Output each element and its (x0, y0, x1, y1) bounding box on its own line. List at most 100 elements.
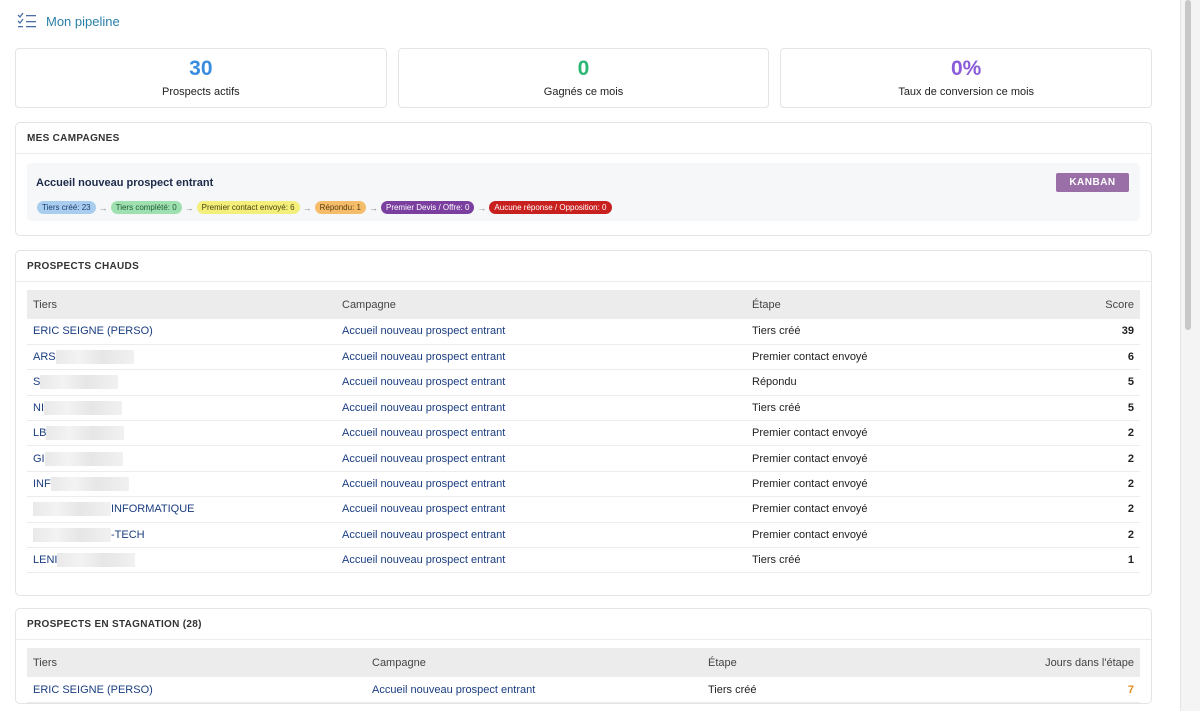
tiers-link[interactable]: -TECH (111, 529, 145, 541)
campaign-link[interactable]: Accueil nouveau prospect entrant (342, 351, 505, 363)
col-campagne[interactable]: Campagne (336, 290, 746, 319)
table-row[interactable]: LENI Accueil nouveau prospect entrant Tier… (27, 547, 1140, 574)
stat-label: Prospects actifs (162, 86, 240, 98)
stat-label: Gagnés ce mois (543, 86, 624, 98)
campaign-link[interactable]: Accueil nouveau prospect entrant (342, 402, 505, 414)
stage-pill[interactable]: Premier Devis / Offre: 0 (380, 201, 475, 214)
stage-pill[interactable]: Tiers créé: 23 (37, 201, 96, 214)
cell-score: 2 (1020, 471, 1140, 498)
campaign-name[interactable]: Accueil nouveau prospect entrant (36, 177, 213, 189)
tiers-link[interactable]: GI (33, 453, 45, 465)
cell-tiers: NI (27, 395, 336, 422)
col-tiers[interactable]: Tiers (27, 290, 336, 319)
cell-campagne: Accueil nouveau prospect entrant (336, 445, 746, 472)
table-row[interactable]: NI Accueil nouveau prospect entrant Tiers … (27, 395, 1140, 422)
campaign-link[interactable]: Accueil nouveau prospect entrant (342, 453, 505, 465)
table-row[interactable]: INF Accueil nouveau prospect entrant Premi… (27, 471, 1140, 498)
cell-etape: Tiers créé (746, 547, 1020, 574)
cell-campagne: Accueil nouveau prospect entrant (366, 677, 702, 704)
tiers-link[interactable]: NI (33, 402, 44, 414)
cell-tiers: ERIC SEIGNE (PERSO) (27, 319, 336, 345)
tiers-link[interactable]: ERIC SEIGNE (PERSO) (33, 325, 153, 337)
table-row[interactable]: S Accueil nouveau prospect entrant Répondu… (27, 369, 1140, 396)
tiers-link[interactable]: INFORMATIQUE (111, 503, 195, 515)
cell-campagne: Accueil nouveau prospect entrant (336, 344, 746, 371)
cell-tiers: ERIC SEIGNE (PERSO) (27, 677, 366, 704)
campaign-link[interactable]: Accueil nouveau prospect entrant (342, 478, 505, 490)
cell-campagne: Accueil nouveau prospect entrant (336, 319, 746, 345)
col-etape[interactable]: Étape (702, 648, 940, 678)
page-title[interactable]: Mon pipeline (46, 14, 120, 29)
cell-etape: Tiers créé (702, 677, 940, 704)
tiers-link[interactable]: S (33, 376, 40, 388)
redacted-block (44, 451, 123, 466)
stats-row: 30 Prospects actifs 0 Gagnés ce mois 0% … (15, 48, 1153, 108)
hot-prospects-table: Tiers Campagne Étape Score ERIC SEIGNE (… (27, 290, 1140, 574)
col-score[interactable]: Score (1020, 290, 1140, 319)
col-etape[interactable]: Étape (746, 290, 1020, 319)
table-row[interactable]: ARS Accueil nouveau prospect entrant Premi… (27, 344, 1140, 371)
col-campagne[interactable]: Campagne (366, 648, 702, 678)
stage-pill[interactable]: Aucune réponse / Opposition: 0 (489, 201, 612, 214)
cell-score: 2 (1020, 522, 1140, 549)
stat-card-conversion: 0% Taux de conversion ce mois (780, 48, 1153, 108)
campaign-link[interactable]: Accueil nouveau prospect entrant (342, 325, 505, 337)
tiers-link[interactable]: LENI (33, 554, 57, 566)
tiers-link[interactable]: INF (33, 478, 51, 490)
cell-campagne: Accueil nouveau prospect entrant (336, 420, 746, 447)
cell-tiers: INF (27, 471, 336, 498)
tiers-link[interactable]: ARS (33, 351, 56, 363)
cell-tiers: -TECH (27, 522, 336, 549)
campaign-item: Accueil nouveau prospect entrant KANBAN … (27, 163, 1140, 221)
table-row[interactable]: ERIC SEIGNE (PERSO) Accueil nouveau prosp… (27, 677, 1140, 704)
cell-campagne: Accueil nouveau prospect entrant (336, 471, 746, 498)
campaign-link[interactable]: Accueil nouveau prospect entrant (342, 376, 505, 388)
cell-etape: Répondu (746, 369, 1020, 396)
table-row[interactable]: LB Accueil nouveau prospect entrant Premie… (27, 420, 1140, 447)
stage-pill[interactable]: Tiers complété: 0 (110, 201, 182, 214)
cell-etape: Premier contact envoyé (746, 344, 1020, 371)
arrow-right-icon: → (477, 202, 487, 213)
scrollbar-thumb[interactable] (1185, 0, 1191, 330)
campaign-link[interactable]: Accueil nouveau prospect entrant (342, 503, 505, 515)
table-row[interactable]: GI Accueil nouveau prospect entrant Premie… (27, 445, 1140, 472)
kanban-button[interactable]: KANBAN (1056, 173, 1129, 192)
stat-card-active: 30 Prospects actifs (15, 48, 387, 108)
stat-value: 30 (189, 57, 213, 80)
table-row[interactable]: ERIC SEIGNE (PERSO) Accueil nouveau prosp… (27, 319, 1140, 345)
campaign-link[interactable]: Accueil nouveau prospect entrant (342, 427, 505, 439)
table-row[interactable]: -TECH Accueil nouveau prospect entrant Pre… (27, 522, 1140, 549)
cell-score: 1 (1020, 547, 1140, 574)
cell-campagne: Accueil nouveau prospect entrant (336, 522, 746, 549)
stage-pill[interactable]: Répondu: 1 (314, 201, 366, 214)
campaign-link[interactable]: Accueil nouveau prospect entrant (372, 684, 535, 696)
cell-etape: Premier contact envoyé (746, 445, 1020, 472)
col-jours[interactable]: Jours dans l'étape (940, 648, 1140, 678)
table-header-row: Tiers Campagne Étape Score (27, 290, 1140, 319)
scrollbar[interactable] (1180, 0, 1200, 711)
cell-campagne: Accueil nouveau prospect entrant (336, 369, 746, 396)
col-tiers[interactable]: Tiers (27, 648, 366, 678)
tiers-link[interactable]: ERIC SEIGNE (PERSO) (33, 684, 153, 696)
cell-tiers: GI (27, 445, 336, 472)
campaign-link[interactable]: Accueil nouveau prospect entrant (342, 529, 505, 541)
cell-etape: Premier contact envoyé (746, 496, 1020, 523)
cell-jours: 7 (940, 677, 1140, 704)
tiers-link[interactable]: LB (33, 427, 46, 439)
arrow-right-icon: → (98, 202, 108, 213)
campaign-link[interactable]: Accueil nouveau prospect entrant (342, 554, 505, 566)
table-row[interactable]: INFORMATIQUE Accueil nouveau prospect ent… (27, 496, 1140, 523)
arrow-right-icon: → (302, 202, 312, 213)
stat-label: Taux de conversion ce mois (898, 86, 1035, 98)
arrow-right-icon: → (368, 202, 378, 213)
stage-pill[interactable]: Premier contact envoyé: 6 (196, 201, 300, 214)
stagnation-title: PROSPECTS EN STAGNATION (28) (16, 609, 1151, 641)
arrow-right-icon: → (184, 202, 194, 213)
cell-tiers: ARS (27, 344, 336, 371)
cell-campagne: Accueil nouveau prospect entrant (336, 547, 746, 574)
redacted-block (33, 502, 111, 517)
redacted-block (33, 527, 111, 542)
cell-tiers: INFORMATIQUE (27, 496, 336, 523)
hot-prospects-card: PROSPECTS CHAUDS Tiers Campagne Étape Sc… (15, 250, 1152, 597)
cell-score: 2 (1020, 496, 1140, 523)
